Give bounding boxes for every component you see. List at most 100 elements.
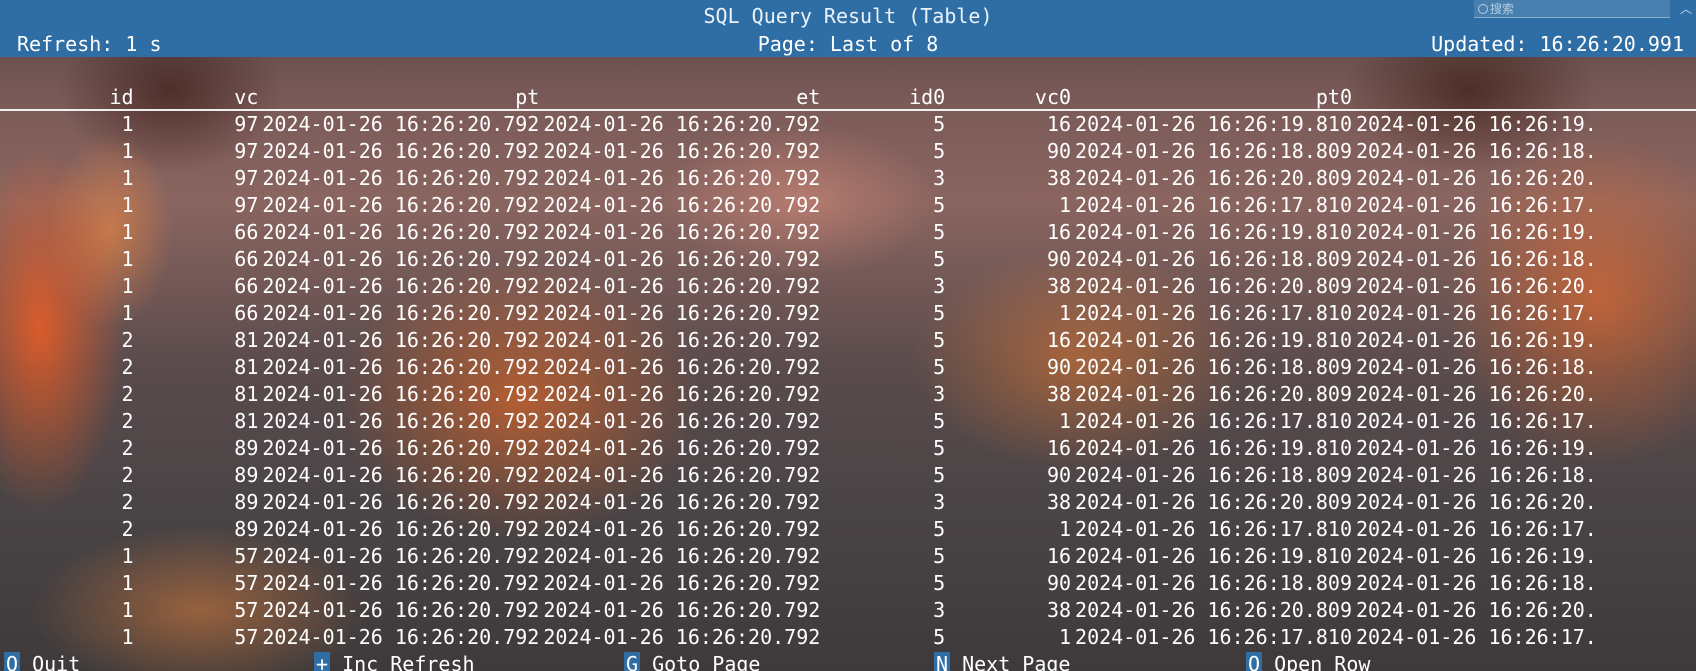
cell-pt0: 2024-01-26 16:26:20.809 [1075,274,1352,298]
cell-vc0: 16 [1046,328,1072,352]
cell-et: 2024-01-26 16:26:20.792 [543,166,821,190]
cell-clipped: 2024-01-26 16:26:19. [1356,544,1597,568]
cell-pt: 2024-01-26 16:26:20.792 [262,301,540,325]
cell-id: 1 [121,247,134,271]
cell-id: 2 [121,409,134,433]
cell-clipped: 2024-01-26 16:26:17. [1356,625,1597,649]
cell-id: 1 [121,274,134,298]
table-row[interactable]: 2 89 2024-01-26 16:26:20.792 2024-01-26 16:… [0,462,1696,489]
column-header-et[interactable]: et [543,85,825,111]
cell-vc0: 38 [1046,598,1072,622]
cell-id0: 5 [933,517,946,541]
column-header-pt0[interactable]: pt0 [1075,85,1356,111]
key-label: Goto Page [652,652,761,671]
table-row[interactable]: 2 81 2024-01-26 16:26:20.792 2024-01-26 16:… [0,354,1696,381]
table-row[interactable]: 1 66 2024-01-26 16:26:20.792 2024-01-26 16:… [0,219,1696,246]
search-input[interactable]: 搜索 [1474,0,1670,18]
column-header-pt[interactable]: pt [262,85,544,111]
cell-vc: 97 [234,139,259,163]
cell-vc0: 38 [1046,490,1072,514]
table-row[interactable]: 1 57 2024-01-26 16:26:20.792 2024-01-26 16:… [0,624,1696,651]
cell-vc: 97 [234,112,259,136]
cell-pt: 2024-01-26 16:26:20.792 [262,517,540,541]
cell-vc0: 90 [1046,139,1072,163]
cell-vc: 89 [234,490,259,514]
cell-pt0: 2024-01-26 16:26:17.810 [1075,409,1352,433]
table-row[interactable]: 1 97 2024-01-26 16:26:20.792 2024-01-26 16:… [0,165,1696,192]
key-badge: N [934,652,951,671]
cell-pt: 2024-01-26 16:26:20.792 [262,220,540,244]
cell-id: 2 [121,517,134,541]
open-row-key[interactable]: O Open Row [1246,652,1370,671]
column-header-vc[interactable]: vc [137,85,263,111]
table-row[interactable]: 1 97 2024-01-26 16:26:20.792 2024-01-26 16:… [0,138,1696,165]
result-table-container[interactable]: id vc pt et id0 vc0 pt0 1 97 2024-01-26 16… [0,85,1696,652]
cell-et: 2024-01-26 16:26:20.792 [543,625,821,649]
inc-refresh-key[interactable]: + Inc Refresh [314,652,475,671]
table-row[interactable]: 1 66 2024-01-26 16:26:20.792 2024-01-26 16:… [0,273,1696,300]
cell-clipped: 2024-01-26 16:26:19. [1356,220,1597,244]
cell-id0: 5 [933,328,946,352]
cell-clipped: 2024-01-26 16:26:18. [1356,139,1597,163]
goto-page-key[interactable]: G Goto Page [624,652,760,671]
cell-vc: 66 [234,247,259,271]
table-row[interactable]: 2 89 2024-01-26 16:26:20.792 2024-01-26 16:… [0,489,1696,516]
cell-pt0: 2024-01-26 16:26:20.809 [1075,598,1352,622]
cell-pt0: 2024-01-26 16:26:17.810 [1075,301,1352,325]
table-row[interactable]: 2 81 2024-01-26 16:26:20.792 2024-01-26 16:… [0,381,1696,408]
cell-vc: 89 [234,436,259,460]
cell-pt0: 2024-01-26 16:26:17.810 [1075,193,1352,217]
column-header-id0[interactable]: id0 [824,85,950,111]
cell-et: 2024-01-26 16:26:20.792 [543,247,821,271]
cell-vc0: 38 [1046,274,1072,298]
cell-et: 2024-01-26 16:26:20.792 [543,571,821,595]
cell-pt: 2024-01-26 16:26:20.792 [262,193,540,217]
cell-et: 2024-01-26 16:26:20.792 [543,382,821,406]
table-row[interactable]: 1 57 2024-01-26 16:26:20.792 2024-01-26 16:… [0,597,1696,624]
table-row[interactable]: 1 66 2024-01-26 16:26:20.792 2024-01-26 16:… [0,300,1696,327]
cell-et: 2024-01-26 16:26:20.792 [543,274,821,298]
table-row[interactable]: 2 89 2024-01-26 16:26:20.792 2024-01-26 16:… [0,516,1696,543]
cell-vc: 57 [234,571,259,595]
cell-id: 2 [121,355,134,379]
cell-et: 2024-01-26 16:26:20.792 [543,193,821,217]
key-badge: G [624,652,641,671]
cell-vc0: 16 [1046,436,1072,460]
cell-pt0: 2024-01-26 16:26:18.809 [1075,247,1352,271]
table-row[interactable]: 1 57 2024-01-26 16:26:20.792 2024-01-26 16:… [0,570,1696,597]
cell-id0: 5 [933,544,946,568]
cell-clipped: 2024-01-26 16:26:20. [1356,166,1597,190]
cell-id: 1 [121,220,134,244]
cell-id0: 5 [933,301,946,325]
cell-pt0: 2024-01-26 16:26:17.810 [1075,517,1352,541]
cell-vc: 97 [234,193,259,217]
table-row[interactable]: 2 81 2024-01-26 16:26:20.792 2024-01-26 16:… [0,327,1696,354]
cell-vc: 81 [234,409,259,433]
cell-id0: 3 [933,382,946,406]
cell-clipped: 2024-01-26 16:26:19. [1356,112,1597,136]
key-badge: Q [4,652,21,671]
table-row[interactable]: 1 97 2024-01-26 16:26:20.792 2024-01-26 16:… [0,111,1696,138]
cell-clipped: 2024-01-26 16:26:20. [1356,490,1597,514]
table-row[interactable]: 1 97 2024-01-26 16:26:20.792 2024-01-26 16:… [0,192,1696,219]
column-header-vc0[interactable]: vc0 [949,85,1076,111]
chevron-up-icon[interactable]: ︿ [1680,2,1692,16]
cell-pt: 2024-01-26 16:26:20.792 [262,544,540,568]
column-header-clipped [1356,85,1696,111]
cell-pt: 2024-01-26 16:26:20.792 [262,166,540,190]
table-row[interactable]: 2 81 2024-01-26 16:26:20.792 2024-01-26 16:… [0,408,1696,435]
cell-et: 2024-01-26 16:26:20.792 [543,328,821,352]
cell-clipped: 2024-01-26 16:26:18. [1356,571,1597,595]
cell-vc0: 1 [1059,409,1072,433]
cell-vc: 66 [234,301,259,325]
cell-vc0: 1 [1059,193,1072,217]
column-header-id[interactable]: id [0,85,138,111]
table-row[interactable]: 1 66 2024-01-26 16:26:20.792 2024-01-26 16:… [0,246,1696,273]
quit-key[interactable]: Q Quit [4,652,80,671]
table-row[interactable]: 2 89 2024-01-26 16:26:20.792 2024-01-26 16:… [0,435,1696,462]
next-page-key[interactable]: N Next Page [934,652,1070,671]
cell-clipped: 2024-01-26 16:26:18. [1356,463,1597,487]
cell-clipped: 2024-01-26 16:26:18. [1356,355,1597,379]
table-row[interactable]: 1 57 2024-01-26 16:26:20.792 2024-01-26 16:… [0,543,1696,570]
title-bar: SQL Query Result (Table) 搜索 ︿ Refresh: 1… [0,0,1696,57]
